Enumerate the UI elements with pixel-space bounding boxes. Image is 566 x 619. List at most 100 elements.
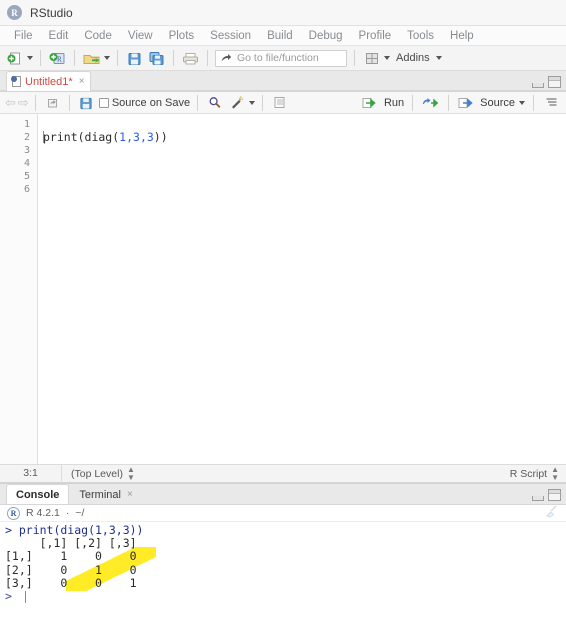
editor-status-bar: 3:1 (Top Level) ▲ ▼ R Script ▲ ▼ <box>0 464 566 483</box>
code-line-2: print(diag(1,3,3)) <box>43 131 566 144</box>
open-folder-icon[interactable] <box>82 49 101 68</box>
code-token-close: )) <box>153 130 168 144</box>
workspace-panes-icon[interactable] <box>362 49 381 68</box>
panes-dropdown-icon[interactable] <box>384 56 390 60</box>
minimize-pane-icon[interactable] <box>532 496 544 501</box>
document-outline-icon[interactable] <box>270 93 289 112</box>
tab-terminal-label: Terminal <box>79 488 121 501</box>
new-project-icon[interactable]: R <box>48 49 67 68</box>
chevron-updown-icon: ▲ ▼ <box>551 464 559 482</box>
code-token-call: print(diag( <box>43 130 120 144</box>
menu-debug[interactable]: Debug <box>301 26 351 46</box>
toolbar-divider <box>412 94 414 111</box>
goto-file-placeholder: Go to file/function <box>237 52 319 64</box>
toolbar-divider <box>117 50 118 66</box>
broom-clear-icon[interactable] <box>545 505 559 521</box>
save-icon[interactable] <box>125 49 144 68</box>
goto-file-function-input[interactable]: Go to file/function <box>215 49 347 67</box>
console-line-row3: [3,] 0 0 1 <box>5 575 137 590</box>
find-replace-icon[interactable] <box>205 93 224 112</box>
maximize-pane-icon[interactable] <box>548 76 561 88</box>
close-icon[interactable]: × <box>127 489 133 500</box>
source-tab-strip: Untitled1* × <box>0 71 566 92</box>
new-file-dropdown-icon[interactable] <box>27 56 33 60</box>
editor-run-controls: Run Source <box>361 93 561 112</box>
console-prompt[interactable]: > <box>5 589 566 603</box>
file-type-label: R Script <box>509 467 548 480</box>
toolbar-divider <box>262 94 264 111</box>
source-on-save-checkbox[interactable] <box>98 97 109 108</box>
menu-file[interactable]: File <box>6 26 41 46</box>
console-tab-strip: Console Terminal × <box>0 484 566 505</box>
print-icon[interactable] <box>181 49 200 68</box>
toolbar-divider <box>74 50 75 66</box>
console-output[interactable]: > print(diag(1,3,3)) [,1] [,2] [,3] [1,]… <box>0 522 566 619</box>
addins-button[interactable]: Addins <box>393 52 433 64</box>
console-info-bar: R R 4.2.1 · ~/ <box>0 505 566 522</box>
tab-console[interactable]: Console <box>6 484 70 504</box>
r-document-icon <box>11 76 21 87</box>
code-scope-selector[interactable]: (Top Level) ▲ ▼ <box>62 465 135 482</box>
r-logo-icon: R <box>7 506 20 520</box>
tab-terminal[interactable]: Terminal × <box>69 484 142 504</box>
window-title: RStudio <box>30 5 73 20</box>
code-tools-dropdown-icon[interactable] <box>249 100 256 105</box>
file-type-selector[interactable]: R Script ▲ ▼ <box>509 464 566 482</box>
toolbar-divider <box>173 50 174 66</box>
outline-toggle-icon[interactable] <box>542 93 561 112</box>
toolbar-divider <box>533 94 534 111</box>
maximize-pane-icon[interactable] <box>548 489 561 501</box>
title-bar: R RStudio <box>0 0 566 26</box>
save-all-icon[interactable] <box>147 49 166 68</box>
working-directory-label[interactable]: ~/ <box>75 507 84 519</box>
svg-text:R: R <box>57 55 62 63</box>
code-token-args: 1,3,3 <box>119 130 154 144</box>
close-icon[interactable]: × <box>79 76 85 87</box>
menu-tools[interactable]: Tools <box>399 26 442 46</box>
source-icon[interactable] <box>457 93 476 112</box>
code-scope-label: (Top Level) <box>71 467 123 480</box>
addins-dropdown-icon[interactable] <box>435 56 442 60</box>
toolbar-divider <box>448 94 450 111</box>
menu-edit[interactable]: Edit <box>41 26 77 46</box>
back-arrow-icon[interactable]: ⇦ <box>5 95 16 111</box>
rstudio-logo-icon: R <box>7 5 22 20</box>
toolbar-divider <box>354 50 355 66</box>
forward-arrow-icon[interactable]: ⇨ <box>18 95 29 111</box>
editor-text-cursor <box>43 131 44 143</box>
run-button-label[interactable]: Run <box>384 97 404 109</box>
source-tab-label: Untitled1* <box>25 75 73 88</box>
source-tab-untitled1[interactable]: Untitled1* × <box>6 71 91 91</box>
show-in-new-window-icon[interactable] <box>43 93 62 112</box>
source-button-label[interactable]: Source <box>480 97 515 109</box>
console-line-row2: [2,] 0 1 0 <box>5 562 137 577</box>
code-tools-icon[interactable] <box>227 93 246 112</box>
code-editor[interactable]: 1 2 3 4 5 6 print(diag(1,3,3)) <box>0 114 566 464</box>
toolbar-divider <box>68 94 70 111</box>
menu-view[interactable]: View <box>120 26 161 46</box>
menu-profile[interactable]: Profile <box>351 26 400 46</box>
goto-arrow-icon <box>221 53 232 61</box>
menu-code[interactable]: Code <box>76 26 120 46</box>
menu-help[interactable]: Help <box>442 26 482 46</box>
open-file-dropdown-icon[interactable] <box>104 56 110 60</box>
new-file-icon[interactable] <box>5 49 24 68</box>
run-icon[interactable] <box>361 93 380 112</box>
line-number: 3 <box>23 145 30 156</box>
r-version-label: R 4.2.1 <box>26 507 60 519</box>
line-number: 6 <box>23 184 30 195</box>
source-editor-pane: Untitled1* × ⇦ ⇨ Source on Save Run Sour… <box>0 71 566 483</box>
menu-session[interactable]: Session <box>202 26 259 46</box>
save-icon[interactable] <box>77 93 96 112</box>
source-dropdown-icon[interactable] <box>519 100 525 105</box>
code-text-area[interactable]: print(diag(1,3,3)) <box>38 114 566 464</box>
menu-bar: File Edit Code View Plots Session Build … <box>0 26 566 46</box>
line-number: 2 <box>23 132 30 143</box>
console-pane: Console Terminal × R R 4.2.1 · ~/ > prin… <box>0 483 566 619</box>
menu-plots[interactable]: Plots <box>161 26 203 46</box>
menu-build[interactable]: Build <box>259 26 301 46</box>
minimize-pane-icon[interactable] <box>532 83 544 88</box>
re-run-icon[interactable] <box>421 93 440 112</box>
